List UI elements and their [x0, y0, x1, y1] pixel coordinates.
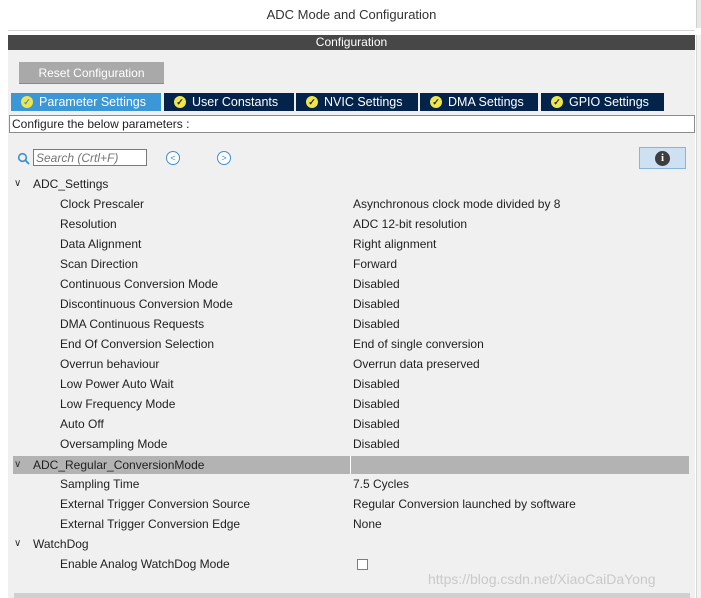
param-row-clock-prescaler[interactable]: Clock Prescaler Asynchronous clock mode …	[14, 194, 689, 214]
param-name: Low Power Auto Wait	[60, 377, 174, 391]
param-value: Disabled	[353, 377, 400, 391]
param-name: End Of Conversion Selection	[60, 337, 215, 351]
chevron-down-icon: ∨	[14, 459, 22, 470]
param-value: Asynchronous clock mode divided by 8	[353, 197, 561, 211]
check-circle-icon: ✓	[430, 96, 442, 108]
chevron-down-icon: ∨	[14, 538, 22, 549]
param-name: Enable Analog WatchDog Mode	[60, 557, 230, 571]
param-row-external-trigger-conversion-source[interactable]: External Trigger Conversion Source Regul…	[14, 494, 689, 514]
param-row-data-alignment[interactable]: Data Alignment Right alignment	[14, 234, 689, 254]
check-circle-icon: ✓	[21, 96, 33, 108]
param-value: ADC 12-bit resolution	[353, 217, 468, 231]
tab-nvic-settings[interactable]: ✓ NVIC Settings	[296, 93, 418, 111]
info-icon: i	[655, 151, 670, 166]
param-name: External Trigger Conversion Source	[60, 497, 251, 511]
param-value: Forward	[353, 257, 398, 271]
check-circle-icon: ✓	[551, 96, 563, 108]
configuration-header: Configuration	[8, 35, 695, 50]
info-button[interactable]: i	[639, 147, 686, 169]
configure-parameters-label: Configure the below parameters :	[9, 115, 695, 133]
param-name: Continuous Conversion Mode	[60, 277, 219, 291]
param-name: Auto Off	[60, 417, 104, 431]
param-name: Clock Prescaler	[60, 197, 145, 211]
check-circle-icon: ✓	[174, 96, 186, 108]
tab-label: Parameter Settings	[39, 95, 146, 109]
scrollbar-top	[696, 0, 701, 28]
tab-label: User Constants	[192, 95, 279, 109]
param-row-resolution[interactable]: Resolution ADC 12-bit resolution	[14, 214, 689, 234]
scrollbar[interactable]	[696, 35, 701, 598]
param-value: Disabled	[353, 437, 400, 451]
search-input[interactable]	[33, 149, 147, 166]
param-value: Disabled	[353, 277, 400, 291]
group-label: ADC_Settings	[33, 177, 109, 191]
param-row-oversampling-mode[interactable]: Oversampling Mode Disabled	[14, 434, 689, 454]
param-row-sampling-time[interactable]: Sampling Time 7.5 Cycles	[14, 474, 689, 494]
group-label: WatchDog	[33, 537, 89, 551]
param-row-discontinuous-conversion-mode[interactable]: Discontinuous Conversion Mode Disabled	[14, 294, 689, 314]
param-value: Disabled	[353, 317, 400, 331]
param-row-dma-continuous-requests[interactable]: DMA Continuous Requests Disabled	[14, 314, 689, 334]
param-row-auto-off[interactable]: Auto Off Disabled	[14, 414, 689, 434]
param-row-scan-direction[interactable]: Scan Direction Forward	[14, 254, 689, 274]
param-row-low-frequency-mode[interactable]: Low Frequency Mode Disabled	[14, 394, 689, 414]
chevron-down-icon: ∨	[14, 178, 22, 189]
param-value: Overrun data preserved	[353, 357, 480, 371]
param-name: External Trigger Conversion Edge	[60, 517, 241, 531]
param-name: Scan Direction	[60, 257, 139, 271]
param-value: Disabled	[353, 397, 400, 411]
param-value: Disabled	[353, 297, 400, 311]
param-value: Right alignment	[353, 237, 437, 251]
group-label: ADC_Regular_ConversionMode	[33, 458, 205, 472]
param-value: None	[353, 517, 382, 531]
window-title: ADC Mode and Configuration	[8, 0, 695, 31]
tab-user-constants[interactable]: ✓ User Constants	[164, 93, 294, 111]
column-divider	[350, 456, 351, 474]
param-name: Data Alignment	[60, 237, 142, 251]
search-icon	[17, 152, 30, 165]
param-name: Sampling Time	[60, 477, 140, 491]
param-row-overrun-behaviour[interactable]: Overrun behaviour Overrun data preserved	[14, 354, 689, 374]
param-row-end-of-conversion-selection[interactable]: End Of Conversion Selection End of singl…	[14, 334, 689, 354]
watermark: https://blog.csdn.net/XiaoCaiDaYong	[428, 571, 656, 587]
param-value: Regular Conversion launched by software	[353, 497, 576, 511]
param-value: End of single conversion	[353, 337, 484, 351]
check-circle-icon: ✓	[306, 96, 318, 108]
tab-parameter-settings[interactable]: ✓ Parameter Settings	[11, 93, 161, 111]
param-value: Disabled	[353, 417, 400, 431]
tab-label: GPIO Settings	[569, 95, 649, 109]
param-row-low-power-auto-wait[interactable]: Low Power Auto Wait Disabled	[14, 374, 689, 394]
tab-label: NVIC Settings	[324, 95, 403, 109]
tab-gpio-settings[interactable]: ✓ GPIO Settings	[541, 93, 664, 111]
param-name: DMA Continuous Requests	[60, 317, 205, 331]
watchdog-checkbox[interactable]	[357, 559, 368, 570]
param-value: 7.5 Cycles	[353, 477, 410, 491]
param-name: Low Frequency Mode	[60, 397, 176, 411]
param-name: Resolution	[60, 217, 117, 231]
arrow-right-circle-icon[interactable]: >	[217, 151, 231, 165]
arrow-left-circle-icon[interactable]: <	[166, 151, 180, 165]
reset-configuration-button[interactable]: Reset Configuration	[19, 62, 164, 84]
tab-label: DMA Settings	[448, 95, 524, 109]
param-name: Oversampling Mode	[60, 437, 168, 451]
tab-dma-settings[interactable]: ✓ DMA Settings	[420, 93, 538, 111]
param-name: Discontinuous Conversion Mode	[60, 297, 233, 311]
horizontal-scrollbar[interactable]	[14, 593, 690, 598]
param-name: Overrun behaviour	[60, 357, 160, 371]
param-row-continuous-conversion-mode[interactable]: Continuous Conversion Mode Disabled	[14, 274, 689, 294]
param-row-external-trigger-conversion-edge[interactable]: External Trigger Conversion Edge None	[14, 514, 689, 534]
